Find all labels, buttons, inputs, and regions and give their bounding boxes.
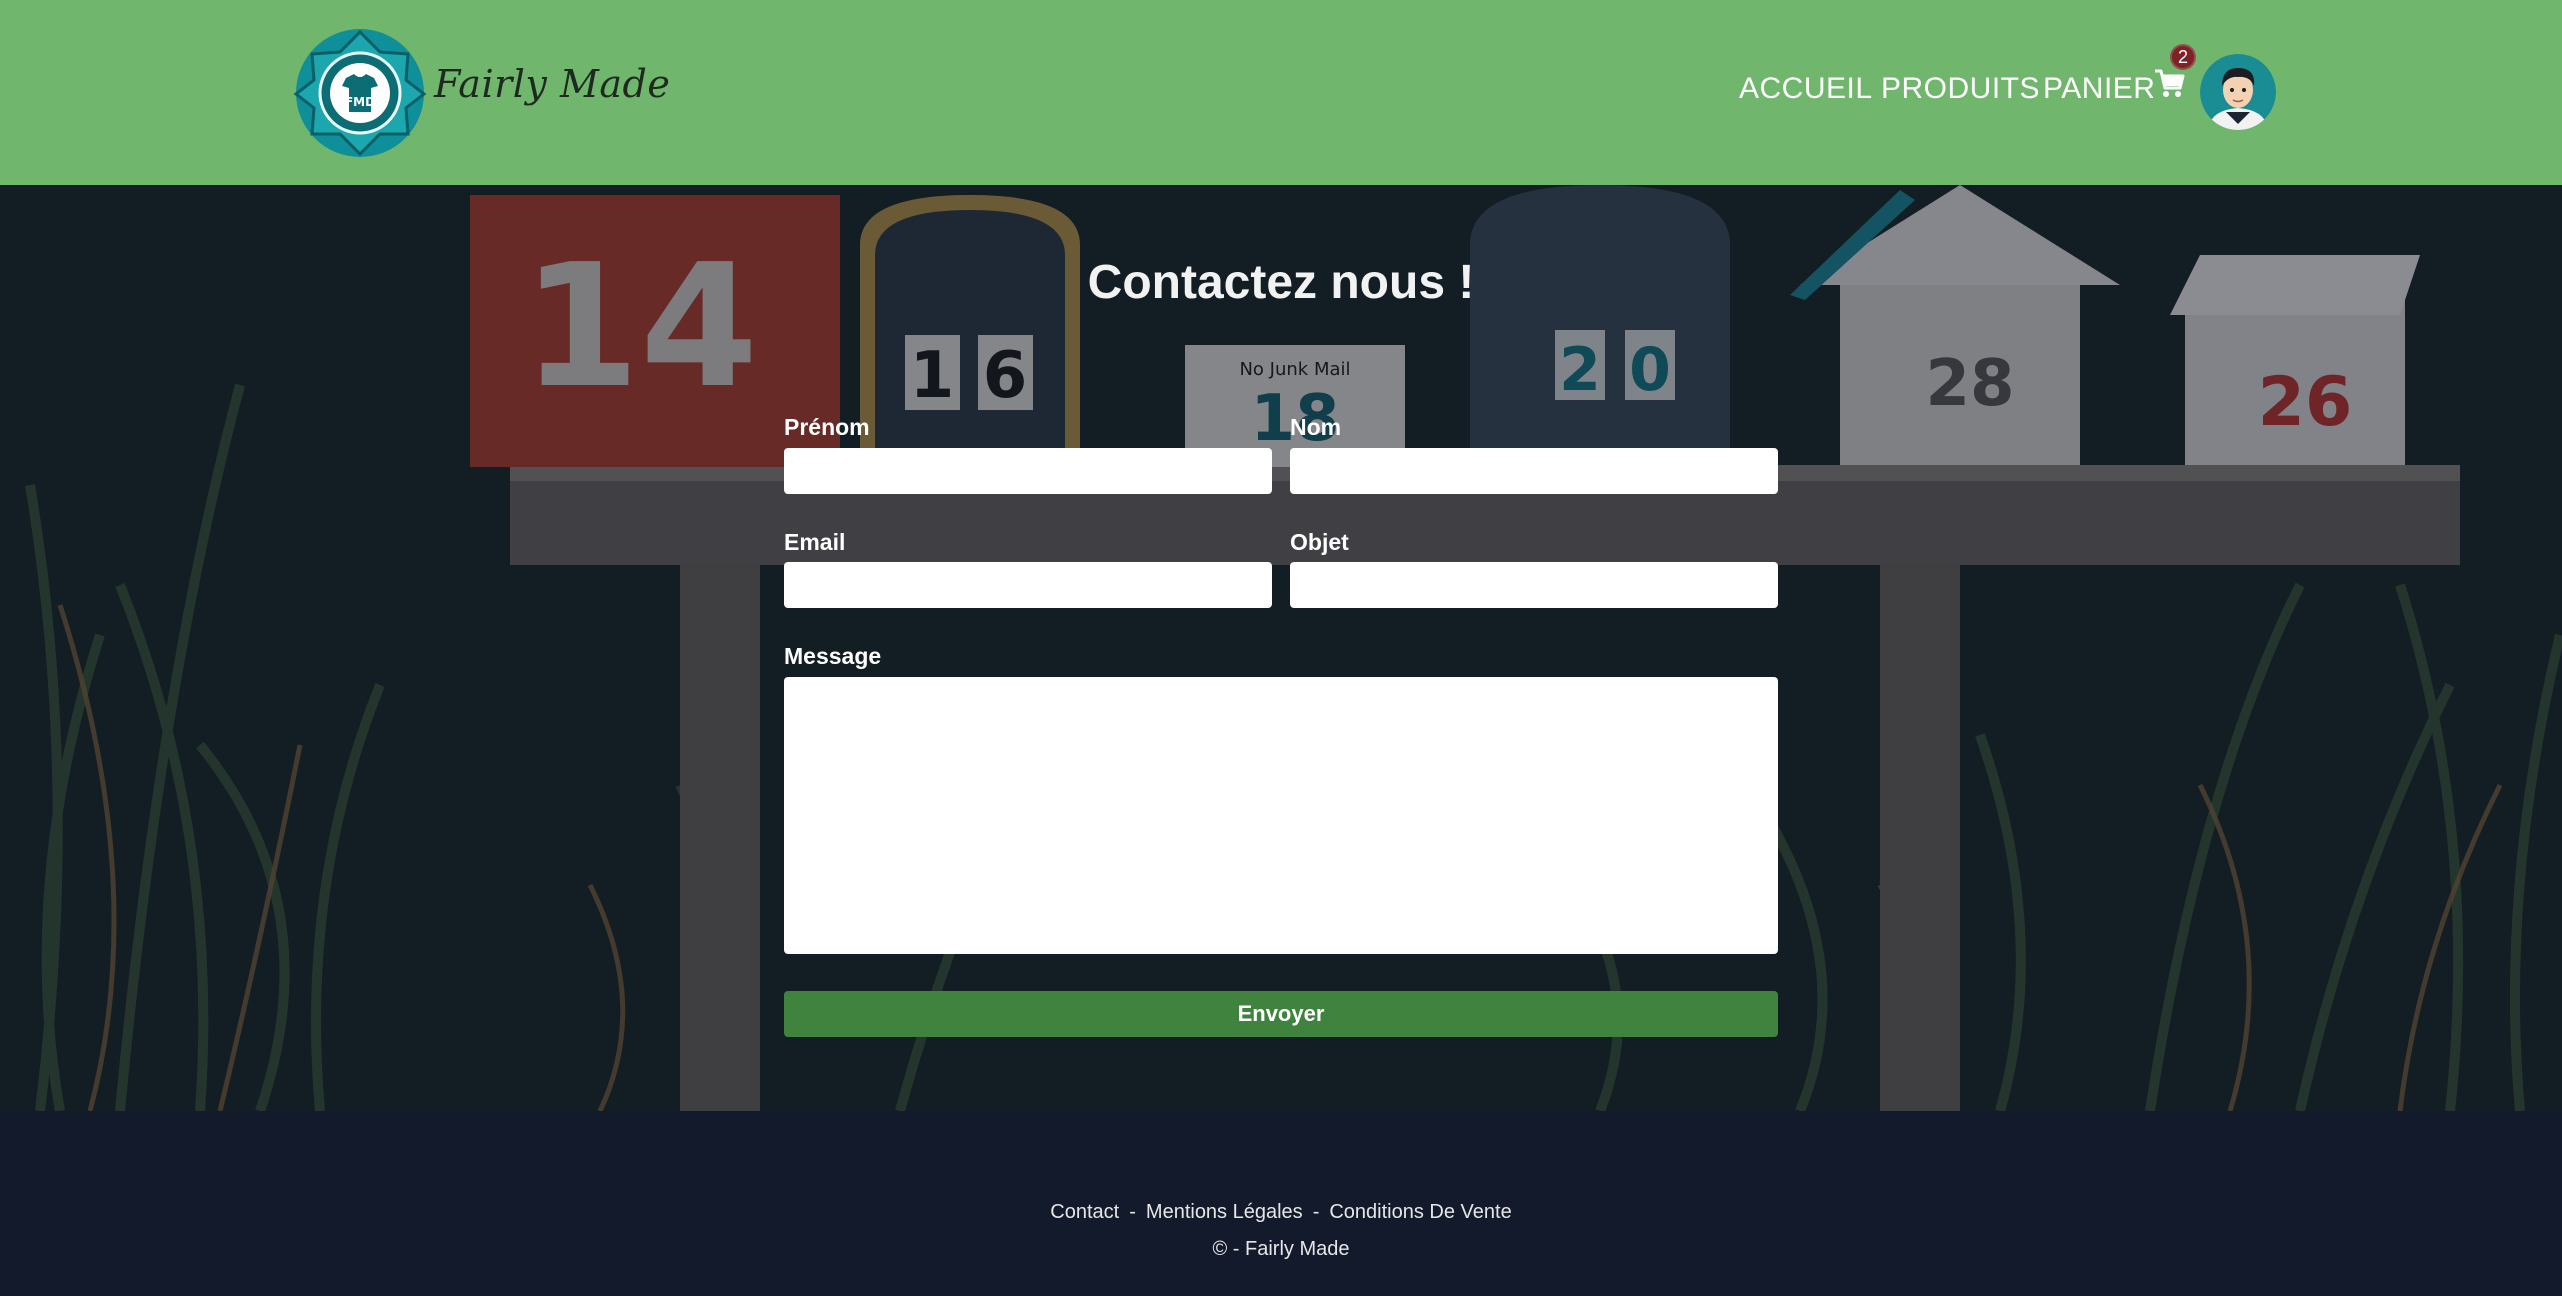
site-footer: Contact - Mentions Légales - Conditions De V… xyxy=(0,1111,2562,1296)
prenom-input[interactable] xyxy=(784,448,1272,494)
copyright-text: © - Fairly Made xyxy=(1212,1238,1350,1260)
nom-input[interactable] xyxy=(1290,448,1778,494)
footer-link-contact[interactable]: Contact xyxy=(1050,1201,1119,1223)
footer-links: Contact - Mentions Légales - Conditions De V… xyxy=(0,1201,2562,1224)
svg-text:FMD: FMD xyxy=(345,95,375,109)
contact-hero: 14 1 6 No Junk Mail 18 2 0 28 26 Contact… xyxy=(0,185,2562,1111)
nom-label: Nom xyxy=(1290,414,1342,440)
footer-link-mentions-legales[interactable]: Mentions Légales xyxy=(1146,1201,1303,1223)
page-title: Contactez nous ! xyxy=(1087,256,1475,309)
message-label: Message xyxy=(784,643,882,669)
user-avatar[interactable] xyxy=(2200,54,2276,130)
envoyer-button[interactable]: Envoyer xyxy=(784,991,1778,1037)
prenom-label: Prénom xyxy=(784,414,870,440)
nav-accueil[interactable]: ACCUEIL xyxy=(1739,72,1873,106)
email-input[interactable] xyxy=(784,562,1272,608)
objet-label: Objet xyxy=(1290,529,1349,555)
footer-separator: - xyxy=(1129,1201,1136,1223)
fairly-made-logo-icon[interactable]: FMD xyxy=(290,24,430,162)
brand-name[interactable]: Fairly Made xyxy=(434,62,670,106)
nav-produits[interactable]: PRODUITS xyxy=(1881,72,2040,106)
nav-panier[interactable]: PANIER xyxy=(2043,72,2155,106)
site-header: FMD Fairly Made ACCUEIL PRODUITS PANIER … xyxy=(0,0,2562,185)
email-label: Email xyxy=(784,529,846,555)
footer-link-conditions-de-vente[interactable]: Conditions De Vente xyxy=(1329,1201,1511,1223)
objet-input[interactable] xyxy=(1290,562,1778,608)
cart-count-badge: 2 xyxy=(2170,44,2196,70)
hero-dark-overlay xyxy=(0,185,2562,1111)
footer-separator: - xyxy=(1312,1201,1320,1223)
message-textarea[interactable] xyxy=(784,677,1778,954)
shopping-cart-icon[interactable] xyxy=(2152,66,2186,100)
